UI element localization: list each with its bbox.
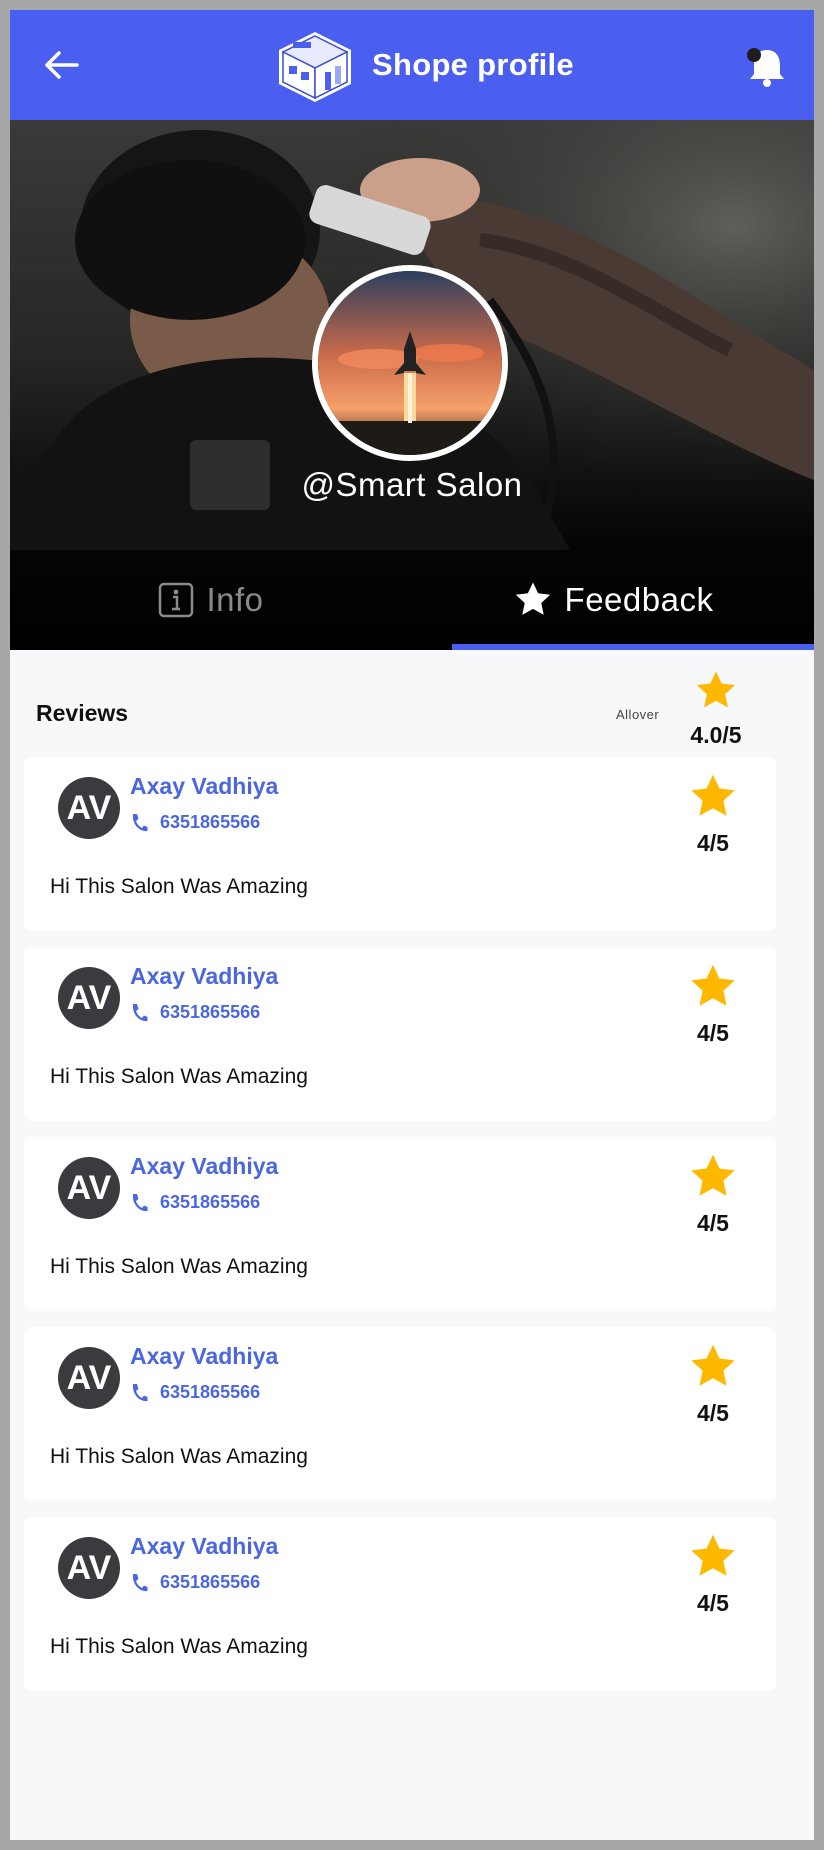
review-text: Hi This Salon Was Amazing [50, 1445, 308, 1468]
arrow-left-icon [45, 51, 79, 79]
notification-button[interactable] [744, 44, 790, 90]
review-card[interactable]: AV Axay Vadhiya 6351865566 4/5 Hi This S… [24, 947, 776, 1121]
reviewer-avatar: AV [58, 1157, 120, 1219]
shop-handle: @Smart Salon [301, 466, 523, 503]
allover-star-icon [697, 671, 735, 708]
reviewer-name: Axay Vadhiya [130, 963, 279, 989]
profile-banner: @Smart Salon Info Feedback [10, 120, 814, 650]
reviews-title: Reviews [36, 700, 129, 726]
review-score: 4/5 [697, 830, 729, 856]
reviewer-phone[interactable]: 6351865566 [160, 1192, 260, 1213]
tab-info-label: Info [206, 581, 264, 618]
reviewer-phone[interactable]: 6351865566 [160, 812, 260, 833]
rating-star-icon [691, 964, 735, 1006]
reviewer-avatar: AV [58, 1537, 120, 1599]
review-card[interactable]: AV Axay Vadhiya 6351865566 4/5 Hi This S… [24, 1137, 776, 1311]
review-card[interactable]: AV Axay Vadhiya 6351865566 4/5 Hi This S… [24, 1517, 776, 1691]
page-title: Shope profile [372, 47, 574, 82]
rating-star-icon [691, 1534, 735, 1576]
notification-bell-icon [747, 48, 784, 87]
reviewer-phone[interactable]: 6351865566 [160, 1382, 260, 1403]
allover-label: Allover [616, 707, 660, 722]
tab-feedback[interactable]: Feedback [412, 550, 814, 650]
tab-feedback-label: Feedback [564, 581, 714, 618]
review-card[interactable]: AV Axay Vadhiya 6351865566 4/5 Hi This S… [24, 757, 776, 931]
review-text: Hi This Salon Was Amazing [50, 875, 308, 898]
review-score: 4/5 [697, 1590, 729, 1616]
allover-rating: 4.0/5 [690, 722, 742, 748]
profile-tabs: Info Feedback [10, 550, 814, 650]
info-icon [159, 582, 194, 618]
app-bar: Shope profile [10, 10, 814, 120]
review-text: Hi This Salon Was Amazing [50, 1255, 308, 1278]
rating-star-icon [691, 774, 735, 816]
phone-icon [132, 1384, 148, 1402]
tab-info[interactable]: Info [10, 550, 412, 650]
review-text: Hi This Salon Was Amazing [50, 1635, 308, 1658]
app-screen: Shope profile @Smart Salon Info Feedback… [10, 10, 814, 1840]
shop-building-icon [279, 32, 351, 102]
reviewer-phone[interactable]: 6351865566 [160, 1002, 260, 1023]
review-card[interactable]: AV Axay Vadhiya 6351865566 4/5 Hi This S… [24, 1327, 776, 1501]
reviewer-avatar: AV [58, 967, 120, 1029]
phone-icon [132, 814, 148, 832]
review-score: 4/5 [697, 1210, 729, 1236]
phone-icon [132, 1574, 148, 1592]
reviewer-name: Axay Vadhiya [130, 1153, 279, 1179]
reviewer-name: Axay Vadhiya [130, 1343, 279, 1369]
review-score: 4/5 [697, 1020, 729, 1046]
reviewer-name: Axay Vadhiya [130, 1533, 279, 1559]
star-icon [515, 582, 550, 615]
rating-star-icon [691, 1344, 735, 1386]
rating-star-icon [691, 1154, 735, 1196]
review-score: 4/5 [697, 1400, 729, 1426]
review-list: AV Axay Vadhiya 6351865566 4/5 Hi This S… [24, 757, 776, 1707]
reviewer-name: Axay Vadhiya [130, 773, 279, 799]
shop-avatar [312, 265, 508, 461]
reviewer-phone[interactable]: 6351865566 [160, 1572, 260, 1593]
reviewer-avatar: AV [58, 777, 120, 839]
reviewer-avatar: AV [58, 1347, 120, 1409]
active-tab-indicator [452, 644, 814, 650]
review-text: Hi This Salon Was Amazing [50, 1065, 308, 1088]
phone-icon [132, 1194, 148, 1212]
phone-icon [132, 1004, 148, 1022]
back-button[interactable] [36, 40, 86, 90]
rocket-launch-image [318, 271, 502, 455]
